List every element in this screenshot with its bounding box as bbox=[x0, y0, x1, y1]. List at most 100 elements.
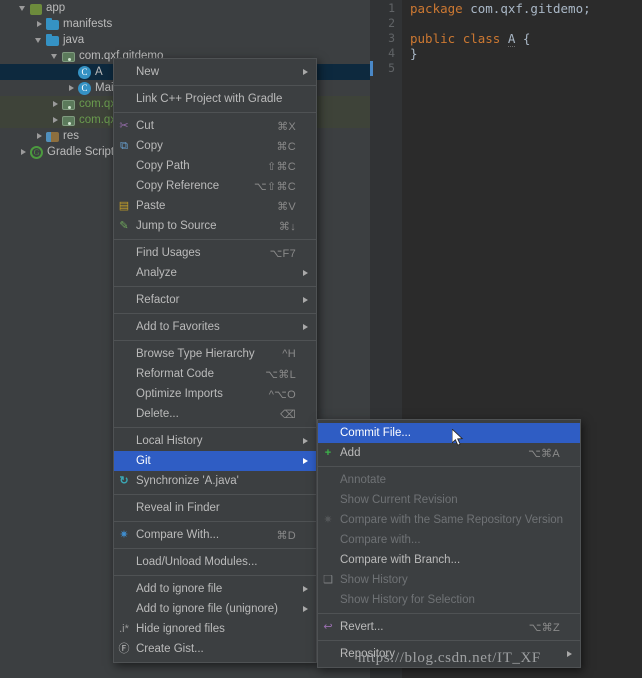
menu-item-icon-slot bbox=[318, 644, 338, 664]
menu-separator bbox=[114, 112, 316, 113]
menu-item-add[interactable]: + Add ⌥⌘A bbox=[318, 443, 580, 463]
menu-item-label: Find Usages bbox=[136, 247, 201, 259]
menu-item-analyze[interactable]: Analyze bbox=[114, 263, 316, 283]
menu-item-label: Cut bbox=[136, 120, 154, 132]
chevron-right-icon[interactable] bbox=[50, 115, 60, 125]
line-number: 5 bbox=[388, 61, 395, 75]
menu-item-shortcut: ^H bbox=[282, 348, 296, 360]
menu-item-arrow-slot bbox=[296, 116, 308, 136]
menu-item-arrow-slot bbox=[296, 471, 308, 491]
menu-separator bbox=[114, 427, 316, 428]
folder-icon bbox=[46, 34, 59, 46]
menu-item-optimize-imports[interactable]: Optimize Imports ^⌥O bbox=[114, 384, 316, 404]
menu-item-arrow-slot bbox=[560, 590, 572, 610]
gist-icon: Ⓕ bbox=[118, 643, 130, 655]
tree-item-app[interactable]: app bbox=[0, 0, 370, 16]
menu-item-synchronize-a-java[interactable]: ↻ Synchronize 'A.java' bbox=[114, 471, 316, 491]
package-icon bbox=[62, 116, 75, 126]
chevron-down-icon[interactable] bbox=[50, 51, 60, 61]
menu-item-copy[interactable]: ⧉ Copy ⌘C bbox=[114, 136, 316, 156]
synchronize-icon: ↻ bbox=[119, 475, 129, 487]
code-line[interactable]: package com.qxf.gitdemo; bbox=[402, 1, 642, 16]
submenu-arrow-icon bbox=[296, 263, 308, 283]
menu-separator bbox=[114, 286, 316, 287]
menu-item-paste[interactable]: ▤ Paste ⌘V bbox=[114, 196, 316, 216]
menu-item-icon-slot bbox=[114, 451, 134, 471]
code-line[interactable] bbox=[402, 61, 642, 76]
git-submenu[interactable]: Commit File... + Add ⌥⌘A Annotate Show Curren… bbox=[317, 419, 581, 668]
menu-item-jump-to-source[interactable]: ✎ Jump to Source ⌘↓ bbox=[114, 216, 316, 236]
menu-item-arrow-slot bbox=[296, 639, 308, 659]
tree-item-label: A bbox=[95, 66, 103, 78]
line-number: 3 bbox=[388, 31, 395, 45]
menu-item-label: Commit File... bbox=[340, 427, 411, 439]
line-number: 2 bbox=[388, 16, 395, 30]
menu-item-label: Hide ignored files bbox=[136, 623, 225, 635]
menu-item-label: Show History bbox=[340, 574, 408, 586]
menu-item-link-c-project-with-gradle[interactable]: Link C++ Project with Gradle bbox=[114, 89, 316, 109]
code-token: com.qxf.gitdemo; bbox=[462, 1, 591, 16]
chevron-right-icon[interactable] bbox=[34, 131, 44, 141]
chevron-right-icon[interactable] bbox=[50, 99, 60, 109]
menu-item-find-usages[interactable]: Find Usages ⌥F7 bbox=[114, 243, 316, 263]
menu-item-label: Jump to Source bbox=[136, 220, 217, 232]
menu-item-browse-type-hierarchy[interactable]: Browse Type Hierarchy ^H bbox=[114, 344, 316, 364]
menu-item-local-history[interactable]: Local History bbox=[114, 431, 316, 451]
code-line[interactable] bbox=[402, 16, 642, 31]
menu-item-add-to-ignore-file[interactable]: Add to ignore file bbox=[114, 579, 316, 599]
menu-item-icon-slot bbox=[114, 62, 134, 82]
menu-item-revert[interactable]: ↩ Revert... ⌥⌘Z bbox=[318, 617, 580, 637]
chevron-down-icon[interactable] bbox=[34, 35, 44, 45]
menu-separator bbox=[114, 85, 316, 86]
menu-item-label: Show History for Selection bbox=[340, 594, 475, 606]
menu-item-label: Add to ignore file bbox=[136, 583, 223, 595]
menu-item-label: Link C++ Project with Gradle bbox=[136, 93, 283, 105]
context-menu[interactable]: New Link C++ Project with Gradle ✂ Cut ⌘X ⧉ Co… bbox=[113, 58, 317, 663]
code-token: class bbox=[462, 31, 501, 46]
menu-item-label: Load/Unload Modules... bbox=[136, 556, 258, 568]
menu-item-compare-with-branch[interactable]: Compare with Branch... bbox=[318, 550, 580, 570]
code-line[interactable]: } bbox=[402, 46, 642, 61]
menu-item-add-to-ignore-file-unignore[interactable]: Add to ignore file (unignore) bbox=[114, 599, 316, 619]
tree-item-manifests[interactable]: manifests bbox=[0, 16, 370, 32]
menu-item-create-gist[interactable]: Ⓕ Create Gist... bbox=[114, 639, 316, 659]
chevron-down-icon[interactable] bbox=[18, 3, 28, 13]
menu-item-delete[interactable]: Delete... ⌫ bbox=[114, 404, 316, 424]
menu-item-compare-with[interactable]: ✷ Compare With... ⌘D bbox=[114, 525, 316, 545]
submenu-arrow-icon bbox=[296, 579, 308, 599]
menu-item-label: Local History bbox=[136, 435, 203, 447]
menu-item-hide-ignored-files[interactable]: .i* Hide ignored files bbox=[114, 619, 316, 639]
menu-item-new[interactable]: New bbox=[114, 62, 316, 82]
show-history-icon: ❑ bbox=[323, 574, 333, 586]
menu-item-label: Revert... bbox=[340, 621, 384, 633]
menu-item-cut[interactable]: ✂ Cut ⌘X bbox=[114, 116, 316, 136]
ide-window: app manifests java com.qxf.gitdemo C A C MainA c… bbox=[0, 0, 642, 678]
menu-item-reformat-code[interactable]: Reformat Code ⌥⌘L bbox=[114, 364, 316, 384]
menu-item-git[interactable]: Git bbox=[114, 451, 316, 471]
menu-item-label: Analyze bbox=[136, 267, 177, 279]
menu-item-reveal-in-finder[interactable]: Reveal in Finder bbox=[114, 498, 316, 518]
menu-item-copy-path[interactable]: Copy Path ⇧⌘C bbox=[114, 156, 316, 176]
menu-item-commit-file[interactable]: Commit File... bbox=[318, 423, 580, 443]
menu-item-icon-slot bbox=[114, 599, 134, 619]
menu-item-label: New bbox=[136, 66, 160, 78]
menu-item-add-to-favorites[interactable]: Add to Favorites bbox=[114, 317, 316, 337]
watermark-text: https://blog.csdn.net/IT_XF bbox=[358, 650, 541, 666]
menu-item-copy-reference[interactable]: Copy Reference ⌥⇧⌘C bbox=[114, 176, 316, 196]
menu-item-shortcut: ⌥⌘Z bbox=[528, 621, 560, 634]
chevron-right-icon[interactable] bbox=[18, 147, 28, 157]
menu-item-label: Delete... bbox=[136, 408, 179, 420]
code-line[interactable]: public class A { bbox=[402, 31, 642, 47]
tree-item-java[interactable]: java bbox=[0, 32, 370, 48]
menu-item-load-unload-modules[interactable]: Load/Unload Modules... bbox=[114, 552, 316, 572]
menu-item-shortcut: ⌥⇧⌘C bbox=[253, 180, 296, 193]
menu-item-refactor[interactable]: Refactor bbox=[114, 290, 316, 310]
chevron-right-icon[interactable] bbox=[66, 83, 76, 93]
revert-icon: ↩ bbox=[323, 621, 333, 633]
class-icon: C bbox=[78, 66, 91, 79]
menu-item-label: Copy Reference bbox=[136, 180, 220, 192]
gradle-icon: G bbox=[30, 146, 43, 159]
menu-item-icon-slot bbox=[114, 176, 134, 196]
chevron-right-icon[interactable] bbox=[34, 19, 44, 29]
